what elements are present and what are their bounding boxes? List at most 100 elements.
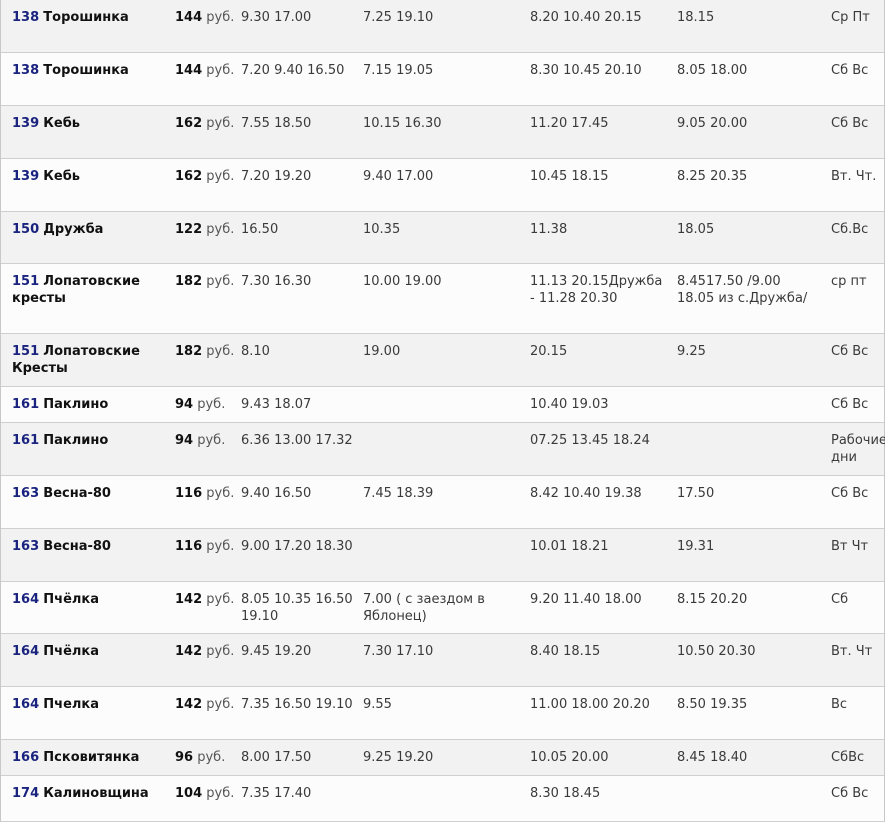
days-of-week: Сб Вс (831, 116, 869, 131)
departure-times-4: 8.15 20.20 (677, 592, 748, 607)
route-cell: 138 Торошинка (12, 62, 162, 79)
route-number[interactable]: 150 (12, 222, 39, 237)
price-value: 104 (175, 786, 203, 801)
route-number[interactable]: 163 (12, 486, 39, 501)
departure-times-4: 17.50 (677, 486, 715, 501)
days-of-week: СбВс (831, 750, 865, 765)
departure-times-1: 9.30 17.00 (241, 10, 312, 25)
departure-times-3: 10.01 18.21 (530, 539, 609, 554)
currency-label: руб. (206, 786, 235, 801)
schedule-table: 138 Торошинка 144 руб. 9.30 17.00 7.25 19.1… (0, 0, 885, 822)
route-cell: 163 Весна-80 (12, 485, 162, 502)
departure-times-3: 10.05 20.00 (530, 750, 609, 765)
departure-times-1: 16.50 (241, 222, 279, 237)
route-cell: 174 Калиновщина (12, 785, 162, 802)
departure-times-4: 8.4517.50 /9.00 18.05 из с.Дружба/ (677, 274, 808, 306)
departure-times-1: 8.00 17.50 (241, 750, 312, 765)
price-cell: 142 руб. (175, 643, 237, 660)
route-number[interactable]: 164 (12, 697, 39, 712)
price-value: 116 (175, 486, 203, 501)
departure-times-2: 7.30 17.10 (363, 644, 434, 659)
price-value: 94 (175, 433, 194, 448)
departure-times-1: 9.00 17.20 18.30 (241, 539, 353, 554)
route-cell: 139 Кебь (12, 115, 162, 132)
days-of-week: Сб Вс (831, 344, 869, 359)
route-number[interactable]: 163 (12, 539, 39, 554)
route-name: Пчелка (43, 697, 100, 712)
price-cell: 94 руб. (175, 396, 237, 413)
days-of-week: Вт. Чт (831, 644, 873, 659)
currency-label: руб. (206, 222, 235, 237)
departure-times-4: 9.25 (677, 344, 706, 359)
departure-times-1: 6.36 13.00 17.32 (241, 433, 353, 448)
price-cell: 182 руб. (175, 343, 237, 360)
price-cell: 116 руб. (175, 485, 237, 502)
currency-label: руб. (206, 592, 235, 607)
departure-times-4: 8.25 20.35 (677, 169, 748, 184)
price-value: 182 (175, 344, 203, 359)
route-cell: 138 Торошинка (12, 9, 162, 26)
table-row: 139 Кебь 162 руб. 7.55 18.50 10.15 16.30 11.… (1, 106, 884, 159)
route-number[interactable]: 174 (12, 786, 39, 801)
departure-times-3: 8.20 10.40 20.15 (530, 10, 642, 25)
table-row: 139 Кебь 162 руб. 7.20 19.20 9.40 17.00 10.4… (1, 159, 884, 212)
route-number[interactable]: 161 (12, 397, 39, 412)
currency-label: руб. (206, 344, 235, 359)
route-name: Дружба (43, 222, 104, 237)
departure-times-4: 8.05 18.00 (677, 63, 748, 78)
price-cell: 162 руб. (175, 168, 237, 185)
route-number[interactable]: 161 (12, 433, 39, 448)
currency-label: руб. (206, 644, 235, 659)
route-name: Паклино (43, 433, 109, 448)
departure-times-2: 10.35 (363, 222, 401, 237)
route-name: Торошинка (43, 63, 129, 78)
route-number[interactable]: 138 (12, 63, 39, 78)
price-value: 142 (175, 592, 203, 607)
price-value: 182 (175, 274, 203, 289)
departure-times-3: 11.13 20.15Дружба - 11.28 20.30 (530, 274, 663, 306)
table-row: 161 Паклино 94 руб. 9.43 18.07 10.40 19.03 С… (1, 387, 884, 423)
route-number[interactable]: 151 (12, 344, 39, 359)
departure-times-3: 11.38 (530, 222, 568, 237)
days-of-week: Сб (831, 592, 849, 607)
price-cell: 162 руб. (175, 115, 237, 132)
days-of-week: Сб.Вс (831, 222, 869, 237)
route-number[interactable]: 164 (12, 592, 39, 607)
departure-times-1: 9.40 16.50 (241, 486, 312, 501)
price-value: 142 (175, 644, 203, 659)
price-value: 162 (175, 169, 203, 184)
departure-times-4: 8.45 18.40 (677, 750, 748, 765)
route-name: Паклино (43, 397, 109, 412)
currency-label: руб. (206, 169, 235, 184)
route-name: Кебь (43, 116, 81, 131)
currency-label: руб. (206, 116, 235, 131)
route-name: Кебь (43, 169, 81, 184)
route-cell: 164 Пчёлка (12, 643, 162, 660)
price-value: 116 (175, 539, 203, 554)
price-cell: 144 руб. (175, 62, 237, 79)
price-value: 162 (175, 116, 203, 131)
route-number[interactable]: 166 (12, 750, 39, 765)
price-cell: 104 руб. (175, 785, 237, 802)
price-cell: 144 руб. (175, 9, 237, 26)
route-number[interactable]: 151 (12, 274, 39, 289)
departure-times-2: 10.00 19.00 (363, 274, 442, 289)
departure-times-3: 07.25 13.45 18.24 (530, 433, 650, 448)
table-row: 161 Паклино 94 руб. 6.36 13.00 17.32 07.25 … (1, 423, 885, 476)
table-row: 138 Торошинка 144 руб. 9.30 17.00 7.25 19.1… (1, 0, 884, 53)
departure-times-2: 7.15 19.05 (363, 63, 434, 78)
route-cell: 161 Паклино (12, 432, 162, 449)
route-number[interactable]: 139 (12, 169, 39, 184)
departure-times-1: 9.43 18.07 (241, 397, 312, 412)
departure-times-1: 8.10 (241, 344, 270, 359)
route-number[interactable]: 164 (12, 644, 39, 659)
price-cell: 94 руб. (175, 432, 237, 449)
days-of-week: Сб Вс (831, 786, 869, 801)
departure-times-3: 8.42 10.40 19.38 (530, 486, 642, 501)
departure-times-2: 10.15 16.30 (363, 116, 442, 131)
route-cell: 163 Весна-80 (12, 538, 162, 555)
route-number[interactable]: 139 (12, 116, 39, 131)
departure-times-1: 7.20 19.20 (241, 169, 312, 184)
route-number[interactable]: 138 (12, 10, 39, 25)
days-of-week: Сб Вс (831, 486, 869, 501)
